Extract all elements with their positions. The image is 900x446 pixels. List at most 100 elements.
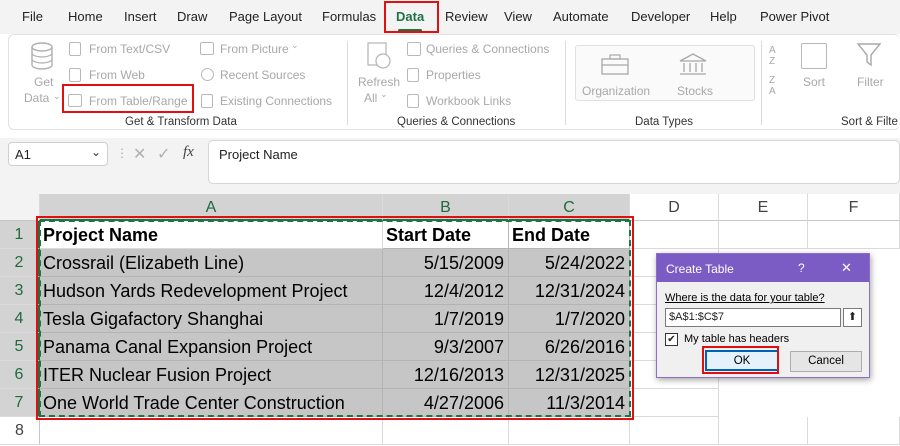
connections-icon [201, 94, 213, 108]
data-range-highlight [36, 216, 634, 420]
row-header-7[interactable]: 7 [0, 389, 40, 417]
row-header-5[interactable]: 5 [0, 333, 40, 361]
group-label-data-types: Data Types [635, 116, 693, 128]
formula-content: Project Name [219, 147, 298, 162]
tab-power-pivot[interactable]: Power Pivot [760, 9, 829, 24]
chevron-down-icon: ⌄ [380, 89, 388, 99]
sort-za-icon[interactable]: ZA [769, 75, 776, 97]
data-types-gallery[interactable]: Organization Stocks [575, 45, 755, 101]
group-label-queries: Queries & Connections [397, 116, 516, 128]
stocks-button[interactable]: Stocks [677, 84, 713, 98]
row-header-6[interactable]: 6 [0, 361, 40, 389]
has-headers-checkbox[interactable]: ✔ [665, 333, 678, 346]
row-header-2[interactable]: 2 [0, 249, 40, 277]
clock-icon [201, 68, 214, 81]
filter-icon [856, 43, 882, 67]
divider [761, 41, 762, 125]
from-picture-button[interactable]: From Picture [220, 42, 289, 56]
more-icon: ⋮ [116, 146, 128, 160]
select-all-corner[interactable] [0, 194, 40, 221]
divider [347, 41, 348, 125]
row-header-1[interactable]: 1 [0, 221, 40, 249]
tab-insert[interactable]: Insert [124, 9, 157, 24]
sort-az-icon[interactable]: AZ [769, 45, 776, 67]
refresh-icon [367, 42, 391, 69]
from-table-range-highlight [62, 84, 194, 113]
group-label-get-transform: Get & Transform Data [125, 116, 237, 128]
dialog-title: Create Table [666, 262, 734, 276]
get-data-label2: Data [24, 91, 50, 105]
group-label-sort-filter: Sort & Filte [841, 116, 898, 128]
tab-developer[interactable]: Developer [631, 9, 690, 24]
name-box-value: A1 [15, 147, 31, 162]
chevron-down-icon: ⌄ [291, 40, 299, 50]
formula-input[interactable]: Project Name [208, 140, 900, 184]
empty-cell[interactable] [719, 417, 808, 445]
dialog-title-bar[interactable]: Create Table ? ✕ [657, 254, 869, 282]
range-input[interactable]: $A$1:$C$7 [665, 308, 841, 327]
tab-file[interactable]: File [22, 9, 43, 24]
tab-review[interactable]: Review [445, 9, 488, 24]
properties-button[interactable]: Properties [426, 68, 481, 82]
column-header-d[interactable]: D [630, 194, 719, 221]
tab-help[interactable]: Help [710, 9, 737, 24]
organization-button[interactable]: Organization [582, 84, 650, 98]
picture-icon [200, 42, 214, 55]
organization-icon [601, 54, 629, 75]
row-header-4[interactable]: 4 [0, 305, 40, 333]
empty-cell[interactable] [808, 221, 900, 249]
help-icon[interactable]: ? [798, 261, 805, 275]
range-value: $A$1:$C$7 [669, 311, 725, 323]
tab-draw[interactable]: Draw [177, 9, 207, 24]
has-headers-label: My table has headers [684, 333, 790, 345]
empty-cell[interactable] [383, 417, 509, 445]
from-text-csv-button[interactable]: From Text/CSV [89, 42, 170, 56]
workbook-links-button[interactable]: Workbook Links [426, 94, 511, 108]
empty-cell[interactable] [630, 389, 719, 417]
queries-connections-button[interactable]: Queries & Connections [426, 42, 549, 56]
collapse-dialog-icon[interactable]: ⬆ [843, 308, 862, 327]
empty-cell[interactable] [630, 221, 719, 249]
divider [565, 41, 566, 125]
insert-function-icon[interactable]: fx [183, 144, 194, 161]
filter-button[interactable]: Filter [857, 75, 884, 89]
empty-cell[interactable] [40, 417, 383, 445]
cancel-icon[interactable]: ✕ [133, 144, 146, 164]
tab-home[interactable]: Home [68, 9, 103, 24]
empty-cell[interactable] [630, 417, 719, 445]
existing-connections-button[interactable]: Existing Connections [220, 94, 332, 108]
sort-icon [801, 43, 827, 69]
web-icon [69, 68, 81, 82]
database-icon [31, 42, 53, 70]
range-prompt: Where is the data for your table? [665, 292, 825, 304]
tab-automate[interactable]: Automate [553, 9, 609, 24]
stocks-icon [679, 53, 707, 75]
from-web-button[interactable]: From Web [89, 68, 145, 82]
close-icon[interactable]: ✕ [841, 260, 852, 276]
row-header-8[interactable]: 8 [0, 417, 40, 445]
ribbon-tabs: File Home Insert Draw Page Layout Formul… [0, 0, 900, 34]
cancel-button[interactable]: Cancel [790, 351, 862, 372]
refresh-label: Refresh [358, 75, 401, 89]
sort-button[interactable]: Sort [803, 75, 825, 89]
empty-cell[interactable] [719, 221, 808, 249]
formula-bar-area: A1 ⌄ ⋮ ✕ ✓ fx Project Name [0, 138, 900, 194]
column-header-e[interactable]: E [719, 194, 808, 221]
tab-view[interactable]: View [504, 9, 532, 24]
refresh-all-label: All [364, 91, 378, 105]
workbook-links-icon [407, 94, 419, 108]
empty-cell[interactable] [808, 417, 900, 445]
check-icon[interactable]: ✓ [157, 144, 170, 164]
ok-button-highlight [702, 346, 779, 374]
text-file-icon [69, 42, 81, 56]
chevron-down-icon[interactable]: ⌄ [91, 145, 101, 159]
get-data-label: Get [34, 75, 54, 89]
row-header-3[interactable]: 3 [0, 277, 40, 305]
column-header-f[interactable]: F [808, 194, 900, 221]
recent-sources-button[interactable]: Recent Sources [220, 68, 305, 82]
tab-page-layout[interactable]: Page Layout [229, 9, 302, 24]
tab-formulas[interactable]: Formulas [322, 9, 376, 24]
name-box[interactable]: A1 ⌄ [8, 142, 108, 166]
empty-cell[interactable] [509, 417, 630, 445]
queries-icon [407, 42, 421, 56]
